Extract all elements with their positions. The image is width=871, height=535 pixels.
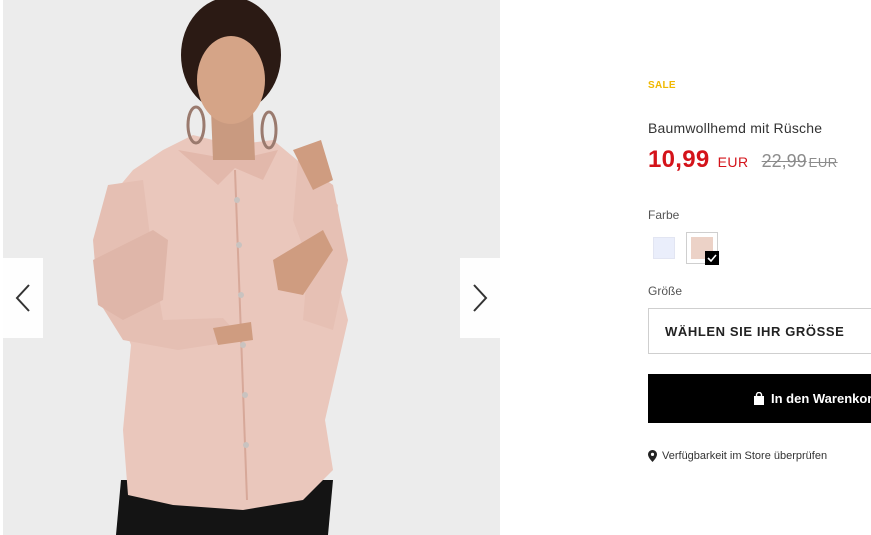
swatch-fill — [653, 237, 675, 259]
selected-badge — [705, 251, 719, 265]
checkmark-icon — [707, 254, 717, 262]
sale-badge: SALE — [648, 80, 676, 91]
old-price-currency: EUR — [808, 155, 838, 170]
size-label: Größe — [648, 284, 683, 298]
old-price: 22,99 — [761, 151, 807, 171]
product-gallery — [3, 0, 500, 535]
color-swatch-pink[interactable] — [686, 232, 719, 265]
check-store-availability-link[interactable]: Verfügbarkeit im Store überprüfen — [648, 450, 827, 462]
current-price-currency: EUR — [717, 154, 749, 170]
gallery-next-button[interactable] — [460, 258, 500, 338]
product-details: SALE Baumwollhemd mit Rüsche 10,99 EUR 2… — [648, 0, 871, 535]
product-title: Baumwollhemd mit Rüsche — [648, 120, 823, 136]
gallery-prev-button[interactable] — [3, 258, 43, 338]
add-to-cart-label: In den Warenkorb — [771, 391, 871, 406]
size-select-value: WÄHLEN SIE IHR GRÖSSE — [665, 323, 845, 339]
shopping-bag-icon — [754, 392, 764, 405]
color-swatch-light-blue[interactable] — [648, 232, 680, 264]
product-photo — [3, 0, 500, 535]
chevron-right-icon — [473, 284, 488, 312]
map-pin-icon — [648, 450, 657, 462]
color-label: Farbe — [648, 208, 680, 222]
store-link-label: Verfügbarkeit im Store überprüfen — [662, 450, 828, 462]
size-select[interactable]: WÄHLEN SIE IHR GRÖSSE — [648, 308, 871, 354]
chevron-left-icon — [15, 284, 30, 312]
current-price: 10,99 — [648, 146, 710, 173]
price-row: 10,99 EUR 22,99 EUR — [648, 146, 838, 174]
add-to-cart-button[interactable]: In den Warenkorb — [648, 374, 871, 423]
